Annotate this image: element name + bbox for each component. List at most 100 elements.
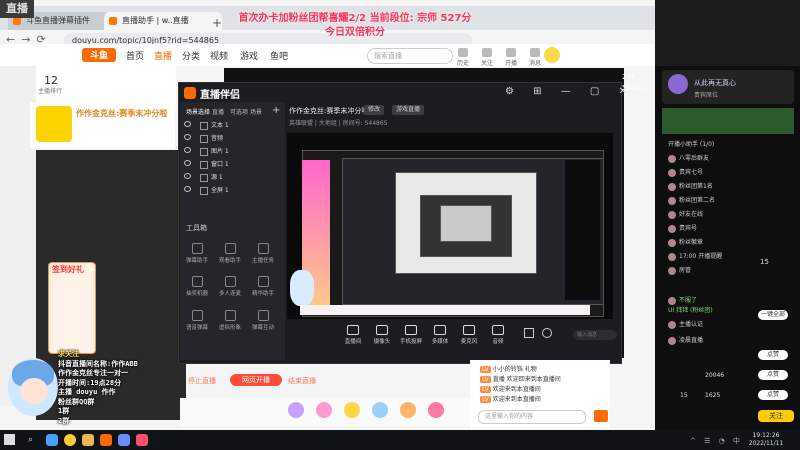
- record-icon[interactable]: [524, 328, 534, 338]
- eye-icon[interactable]: [184, 121, 191, 127]
- web-live-button[interactable]: 网页开播: [230, 374, 282, 386]
- nav-live[interactable]: 直播: [154, 49, 172, 62]
- history-icon[interactable]: 历史: [452, 48, 474, 67]
- clock[interactable]: 19:12:26 2022/11/11: [738, 432, 794, 448]
- gift-icon[interactable]: [316, 402, 332, 418]
- right-list-item[interactable]: 凌晨直播: [668, 336, 786, 346]
- windows-start-icon[interactable]: [4, 434, 15, 445]
- tool-lottery[interactable]: 抽奖机器: [182, 276, 212, 297]
- all-button[interactable]: 一键全部: [758, 310, 788, 320]
- tool-interact[interactable]: 弹幕互动: [248, 310, 278, 331]
- tool-task[interactable]: 主播任务: [248, 243, 278, 264]
- lock-icon[interactable]: [200, 186, 208, 195]
- tool-danmu[interactable]: 弹幕助手: [182, 243, 212, 264]
- nav-video[interactable]: 视频: [210, 49, 228, 62]
- chat-input[interactable]: 这里输入你的内容: [478, 410, 586, 424]
- search-input[interactable]: 搜索直播: [367, 48, 453, 64]
- taskview-icon[interactable]: [46, 434, 58, 446]
- gift-icon[interactable]: [288, 402, 304, 418]
- window-controls-icon[interactable]: ⚙ ⊞ — ▢ ✕: [505, 86, 635, 97]
- scene-item[interactable]: 全屏 1: [184, 185, 279, 196]
- nav-home[interactable]: 首页: [126, 49, 144, 62]
- gift-icon[interactable]: [428, 402, 444, 418]
- end-live-link[interactable]: 结束直播: [288, 376, 316, 386]
- add-scene-icon[interactable]: +: [272, 105, 280, 116]
- user-avatar[interactable]: [544, 47, 560, 63]
- tab-scene[interactable]: 场景选择: [186, 107, 210, 116]
- scene-item[interactable]: 图片 1: [184, 146, 279, 157]
- right-list-item[interactable]: 粉丝徽章: [668, 238, 786, 248]
- broadcast-icon[interactable]: 开播: [500, 48, 522, 67]
- tool-watch[interactable]: 观看助手: [215, 243, 245, 264]
- new-tab-icon[interactable]: +: [212, 16, 222, 30]
- room-button[interactable]: 直播间: [340, 325, 366, 345]
- right-list-item[interactable]: 贵宾七号: [668, 168, 786, 178]
- scene-item[interactable]: 音频: [184, 133, 279, 144]
- camera-button[interactable]: 摄像头: [369, 325, 395, 345]
- eye-icon[interactable]: [184, 160, 191, 166]
- like-button[interactable]: 点赞: [758, 350, 788, 360]
- douyu-logo[interactable]: 斗鱼: [82, 48, 116, 62]
- right-list-item[interactable]: 开播小助手 (1/0): [668, 140, 786, 150]
- scene-item[interactable]: 文本 1: [184, 120, 279, 131]
- tab-live[interactable]: 直播: [212, 107, 224, 116]
- anchor-avatar[interactable]: [36, 106, 72, 142]
- scene-item[interactable]: 源 1: [184, 172, 279, 183]
- tab-options[interactable]: 可选项: [230, 107, 248, 116]
- right-list-item[interactable]: 不服了: [668, 296, 786, 306]
- tool-voice[interactable]: 语音弹幕: [182, 310, 212, 331]
- tab-scenes[interactable]: 场景: [250, 107, 262, 116]
- lock-icon[interactable]: [200, 134, 208, 143]
- audio-button[interactable]: 音频: [485, 325, 511, 345]
- edit-tag[interactable]: 修改: [364, 105, 385, 115]
- message-input[interactable]: 输入消息: [573, 330, 617, 340]
- like-button[interactable]: 点赞: [758, 390, 788, 400]
- nav-fishbar[interactable]: 鱼吧: [270, 49, 288, 62]
- app-icon[interactable]: [118, 434, 130, 446]
- scene-item[interactable]: 窗口 1: [184, 159, 279, 170]
- eye-icon[interactable]: [184, 173, 191, 179]
- eye-icon[interactable]: [184, 186, 191, 192]
- category-tag[interactable]: 游戏直播: [392, 105, 425, 115]
- tool-multi[interactable]: 多人连麦: [215, 276, 245, 297]
- right-list-item[interactable]: 好友在线: [668, 210, 786, 220]
- gift-icon[interactable]: [400, 402, 416, 418]
- chrome-icon[interactable]: [64, 434, 76, 446]
- tool-highlight[interactable]: 精华助手: [248, 276, 278, 297]
- send-button[interactable]: [594, 410, 608, 422]
- nav-category[interactable]: 分类: [182, 49, 200, 62]
- lock-icon[interactable]: [200, 121, 208, 130]
- checkin-panel[interactable]: [48, 262, 96, 354]
- lock-icon[interactable]: [200, 160, 208, 169]
- right-list-item[interactable]: 房管: [668, 266, 786, 276]
- follow-icon[interactable]: 关注: [476, 48, 498, 67]
- settings-icon[interactable]: [542, 328, 552, 338]
- right-list-item[interactable]: 贵宾号: [668, 224, 786, 234]
- message-icon[interactable]: 消息: [524, 48, 546, 67]
- folder-icon[interactable]: [82, 434, 94, 446]
- right-list-item[interactable]: 粉丝团第1名: [668, 182, 786, 192]
- phone-cast-button[interactable]: 手机投屏: [398, 325, 424, 345]
- douyu-app-icon[interactable]: [100, 434, 112, 446]
- search-icon[interactable]: ⌕: [28, 435, 33, 445]
- follow-button[interactable]: 关注: [758, 410, 794, 422]
- rank-avatar[interactable]: [668, 74, 688, 94]
- browser-tab-active[interactable]: 直播助手 | w..直播: [104, 12, 222, 30]
- lock-icon[interactable]: [200, 147, 208, 156]
- eye-icon[interactable]: [184, 134, 191, 140]
- system-tray-icon[interactable]: ^ ☰ ◔ 中: [690, 436, 743, 446]
- right-list-item[interactable]: 粉丝团第二名: [668, 196, 786, 206]
- lock-icon[interactable]: [200, 173, 208, 182]
- right-list-item[interactable]: 主播认证: [668, 320, 786, 330]
- nav-game[interactable]: 游戏: [240, 49, 258, 62]
- eye-icon[interactable]: [184, 147, 191, 153]
- right-list-item[interactable]: 八零后群友: [668, 154, 786, 164]
- gift-icon[interactable]: [344, 402, 360, 418]
- tool-avatar[interactable]: 虚拟形象: [215, 310, 245, 331]
- media-button[interactable]: 多媒体: [427, 325, 453, 345]
- mic-button[interactable]: 麦克风: [456, 325, 482, 345]
- like-button[interactable]: 点赞: [758, 370, 788, 380]
- app-icon[interactable]: [136, 434, 148, 446]
- stream-title[interactable]: 作作金克丝:赛季末冲分啦: [289, 106, 368, 116]
- gift-icon[interactable]: [372, 402, 388, 418]
